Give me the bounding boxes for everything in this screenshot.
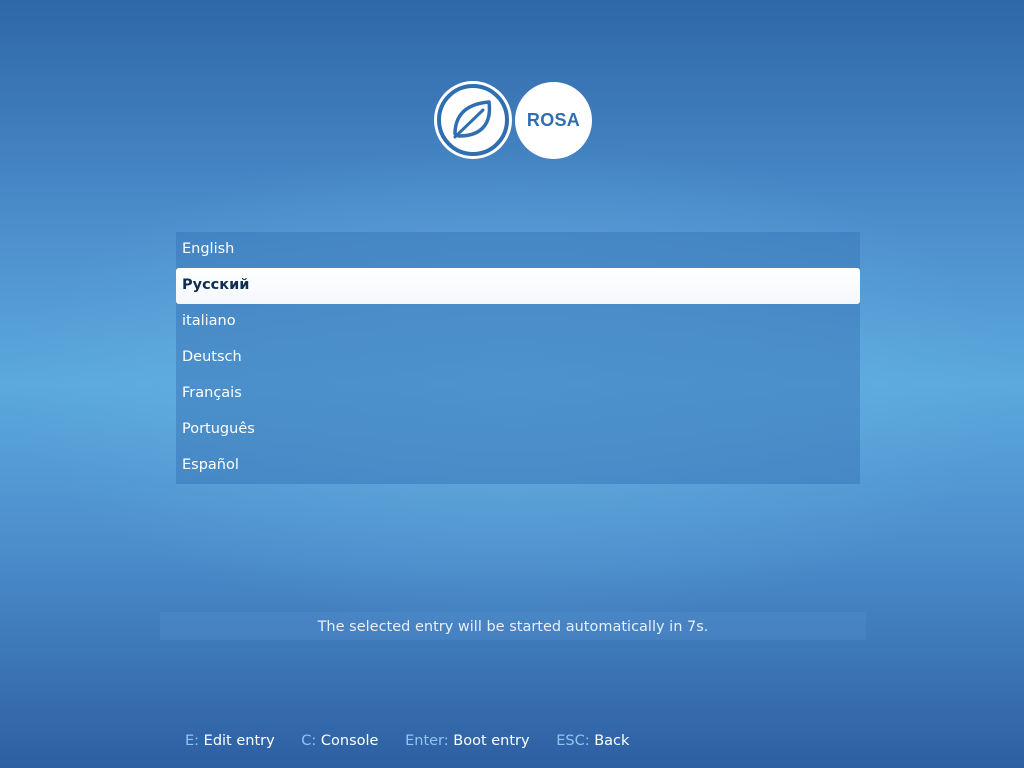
- menu-item-deutsch[interactable]: Deutsch: [176, 340, 860, 376]
- hint-key: ESC:: [556, 733, 590, 749]
- menu-item-russian[interactable]: Русский: [176, 268, 860, 304]
- leaf-icon: [437, 84, 509, 156]
- boot-timeout-message: The selected entry will be started autom…: [160, 612, 866, 640]
- hint-key: Enter:: [405, 733, 449, 749]
- rosa-wordmark: ROSA: [515, 82, 592, 159]
- hint-label: Back: [594, 733, 630, 749]
- leaf-badge: [434, 81, 512, 159]
- menu-item-espanol[interactable]: Español: [176, 448, 860, 484]
- language-menu: English Русский italiano Deutsch Françai…: [176, 232, 860, 484]
- hint-label: Edit entry: [203, 733, 275, 749]
- rosa-logo: ROSA: [434, 81, 594, 161]
- menu-item-italiano[interactable]: italiano: [176, 304, 860, 340]
- hint-back[interactable]: ESC: Back: [556, 733, 629, 749]
- hint-boot-entry[interactable]: Enter: Boot entry: [405, 733, 534, 749]
- keyboard-hints-bar: E: Edit entry C: Console Enter: Boot ent…: [185, 730, 651, 752]
- menu-item-portugues[interactable]: Português: [176, 412, 860, 448]
- hint-edit-entry[interactable]: E: Edit entry: [185, 733, 279, 749]
- menu-item-francais[interactable]: Français: [176, 376, 860, 412]
- hint-console[interactable]: C: Console: [301, 733, 383, 749]
- menu-item-english[interactable]: English: [176, 232, 860, 268]
- hint-key: E:: [185, 733, 200, 749]
- hint-label: Boot entry: [453, 733, 530, 749]
- hint-key: C:: [301, 733, 317, 749]
- hint-label: Console: [320, 733, 379, 749]
